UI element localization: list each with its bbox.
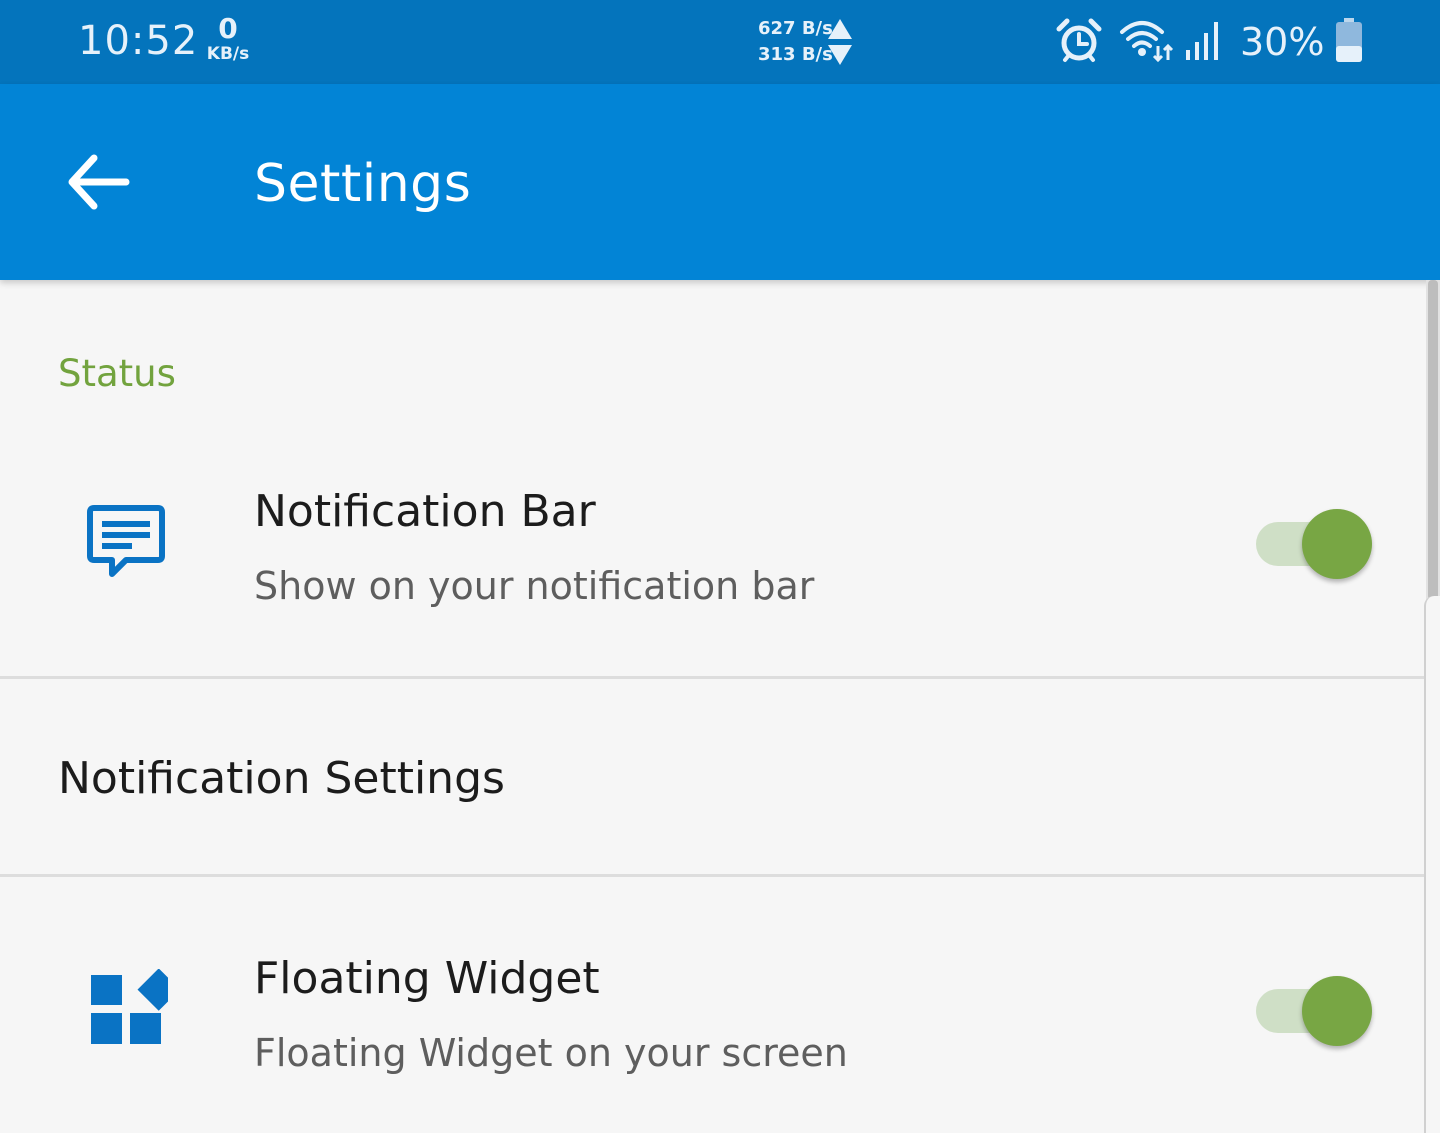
signal-icon <box>1186 22 1218 60</box>
battery-percent: 30% <box>1240 20 1325 64</box>
status-bar: 10:52 0 KB/s 627 B/s 313 B/s 30% <box>0 0 1440 84</box>
alarm-icon <box>1056 18 1102 62</box>
pref-title: Floating Widget <box>254 953 600 1004</box>
download-arrow-icon <box>828 45 852 65</box>
pref-floating-widget[interactable]: Floating Widget Floating Widget on your … <box>0 877 1426 1133</box>
arrow-left-icon <box>68 154 130 210</box>
traffic-meter: 627 B/s 313 B/s <box>758 16 858 70</box>
edge-panel-handle[interactable] <box>1424 596 1440 1133</box>
floating-widget-switch[interactable] <box>1256 975 1374 1047</box>
switch-thumb <box>1302 509 1372 579</box>
pref-summary: Show on your notification bar <box>254 564 815 608</box>
switch-thumb <box>1302 976 1372 1046</box>
section-header-status: Status <box>58 352 176 395</box>
status-time: 10:52 <box>78 18 199 64</box>
net-speed-value: 0 <box>218 12 238 45</box>
pref-title: Notification Settings <box>58 753 505 804</box>
pref-summary: Floating Widget on your screen <box>254 1031 848 1075</box>
pref-notification-settings[interactable]: Notification Settings <box>0 679 1426 874</box>
wifi-icon <box>1120 21 1174 63</box>
back-button[interactable] <box>62 150 134 214</box>
page-title: Settings <box>254 154 472 214</box>
message-icon <box>87 505 165 577</box>
net-speed-unit: KB/s <box>206 44 250 64</box>
battery-icon <box>1336 18 1362 62</box>
widgets-icon <box>91 969 168 1044</box>
upload-arrow-icon <box>828 19 852 39</box>
pref-title: Notification Bar <box>254 486 596 537</box>
scrollbar-thumb[interactable] <box>1428 280 1438 600</box>
pref-notification-bar[interactable]: Notification Bar Show on your notificati… <box>0 440 1426 676</box>
notification-bar-switch[interactable] <box>1256 508 1374 580</box>
app-bar: Settings <box>0 84 1440 280</box>
net-speed-indicator: 0 KB/s <box>202 12 254 65</box>
